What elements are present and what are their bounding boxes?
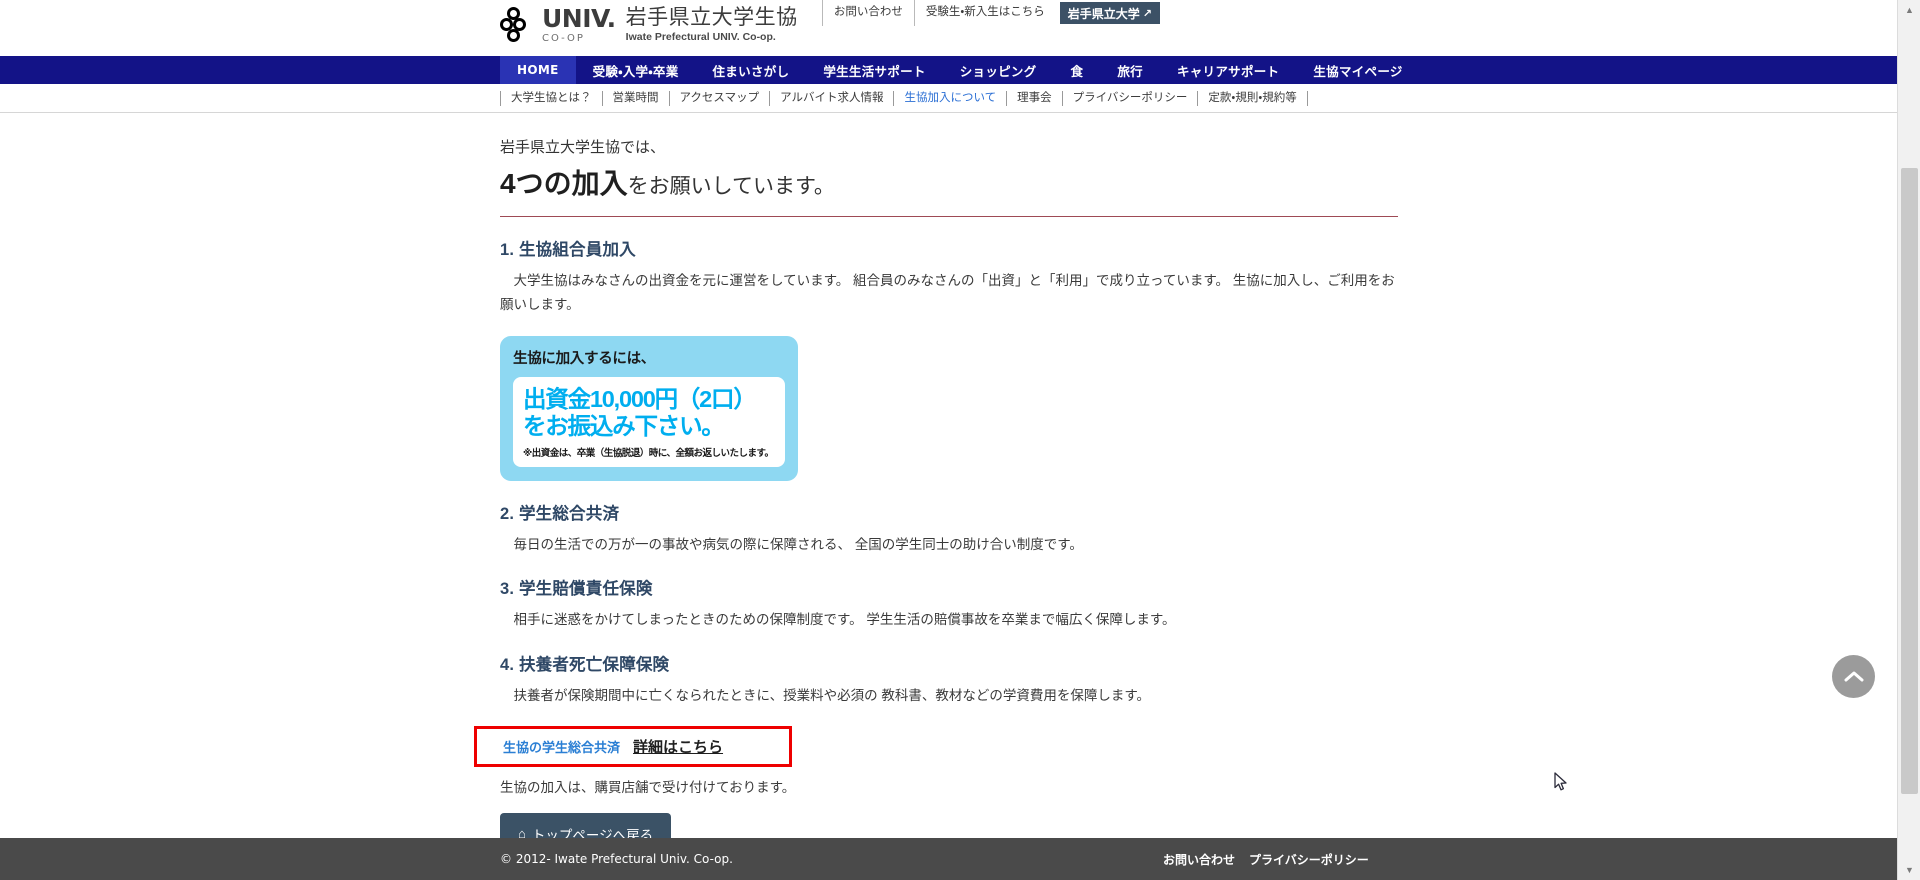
main-content: 岩手県立大学生協では、 4つの加入をお願いしています。 1. 生協組合員加入 大… — [0, 137, 1920, 855]
logo-name-block: 岩手県立大学生協 Iwate Prefectural UNIV. Co-op. — [626, 6, 798, 44]
logo-wordmark: UNIV. CO-OP — [542, 6, 616, 44]
callout-inner-panel: 出資金10,000円（2口） をお振込み下さい。 ※出資金は、卒業（生協脱退）時… — [513, 377, 785, 467]
highlighted-link-box: 生協の学生総合共済 詳細はこちら — [474, 725, 792, 767]
footer-links: お問い合わせ プライバシーポリシー — [1163, 851, 1369, 868]
site-logo[interactable]: UNIV. CO-OP 岩手県立大学生協 Iwate Prefectural U… — [500, 6, 798, 44]
coop-logo-icon — [500, 7, 534, 43]
nav-item-admissions[interactable]: 受験・入学・卒業 — [576, 56, 696, 84]
details-link[interactable]: 詳細はこちら — [633, 736, 723, 757]
subnav-item-accessmap[interactable]: アクセスマップ — [670, 90, 771, 106]
footer-copyright: © 2012- Iwate Prefectural Univ. Co-op. — [500, 852, 733, 866]
callout-amount-line1: 出資金10,000円（2口） — [523, 386, 757, 413]
sub-navigation: 大学生協とは？ 営業時間 アクセスマップ アルバイト求人情報 生協加入について … — [500, 90, 1308, 106]
logo-coop-text: CO-OP — [542, 33, 585, 44]
utility-nav: お問い合わせ 受験生・新入生はこちら 岩手県立大学 ↗ — [821, 0, 1160, 26]
section-title-3: 3. 学生賠償責任保険 — [500, 580, 653, 599]
page-title: 4つの加入をお願いしています。 — [500, 166, 1398, 217]
page-lead-text: 岩手県立大学生協では、 — [500, 139, 666, 156]
university-site-button[interactable]: 岩手県立大学 ↗ — [1059, 2, 1160, 24]
logo-univ-text: UNIV. — [542, 4, 616, 33]
page-title-emphasis: 4つの加入 — [500, 167, 628, 199]
section-body-1: 大学生協はみなさんの出資金を元に運営をしています。 組合員のみなさんの「出資」と… — [500, 272, 1395, 312]
callout-note-text: ※出資金は、卒業（生協脱退）時に、全額お返しいたします。 — [523, 447, 774, 459]
content-inner: 岩手県立大学生協では、 4つの加入をお願いしています。 1. 生協組合員加入 大… — [474, 137, 1398, 855]
nav-item-housing[interactable]: 住まいさがし — [696, 56, 807, 84]
section-title-1: 1. 生協組合員加入 — [500, 240, 636, 259]
callout-amount-line2: をお振込み下さい。 — [523, 413, 725, 440]
subnav-item-board[interactable]: 理事会 — [1007, 90, 1063, 106]
scrollbar-up-arrow[interactable]: ▲ — [1898, 0, 1920, 20]
site-header: UNIV. CO-OP 岩手県立大学生協 Iwate Prefectural U… — [0, 0, 1920, 56]
main-navigation: HOME 受験・入学・卒業 住まいさがし 学生生活サポート ショッピング 食 旅… — [0, 56, 1920, 84]
nav-item-career-support[interactable]: キャリアサポート — [1160, 56, 1296, 84]
deposit-callout-box: 生協に加入するには、 出資金10,000円（2口） をお振込み下さい。 ※出資金… — [500, 336, 798, 481]
subnav-item-privacy-policy[interactable]: プライバシーポリシー — [1063, 90, 1199, 106]
store-note-text: 生協の加入は、購買店舗で受け付けております。 — [500, 779, 796, 795]
page-root: UNIV. CO-OP 岩手県立大学生協 Iwate Prefectural U… — [0, 0, 1920, 880]
university-site-label: 岩手県立大学 — [1067, 6, 1140, 21]
logo-name-jp: 岩手県立大学生協 — [625, 6, 798, 30]
page-title-rest: をお願いしています。 — [627, 174, 835, 198]
logo-name-en: Iwate Prefectural UNIV. Co-op. — [625, 31, 776, 44]
nav-item-student-support[interactable]: 学生生活サポート — [806, 56, 942, 84]
scrollbar-down-arrow[interactable]: ▼ — [1898, 860, 1920, 880]
site-footer: © 2012- Iwate Prefectural Univ. Co-op. お… — [0, 838, 1897, 880]
kyosai-link[interactable]: 生協の学生総合共済 — [503, 737, 620, 756]
section-body-2: 毎日の生活での万が一の事故や病気の際に保障される、 全国の学生同士の助け合い制度… — [513, 536, 1083, 552]
footer-link-privacy[interactable]: プライバシーポリシー — [1249, 851, 1369, 868]
scrollbar-thumb[interactable] — [1901, 168, 1918, 794]
scroll-to-top-button[interactable] — [1832, 655, 1875, 698]
nav-item-travel[interactable]: 旅行 — [1100, 56, 1160, 84]
section-title-4: 4. 扶養者死亡保障保険 — [500, 655, 670, 674]
subnav-item-parttime-jobs[interactable]: アルバイト求人情報 — [770, 90, 895, 106]
subnav-item-membership[interactable]: 生協加入について — [894, 90, 1008, 106]
section-title-2: 2. 学生総合共済 — [500, 504, 620, 523]
sub-navigation-bar: 大学生協とは？ 営業時間 アクセスマップ アルバイト求人情報 生協加入について … — [0, 84, 1920, 113]
chevron-up-icon — [1844, 671, 1863, 682]
nav-item-food[interactable]: 食 — [1054, 56, 1101, 84]
nav-item-shopping[interactable]: ショッピング — [943, 56, 1054, 84]
subnav-item-hours[interactable]: 営業時間 — [603, 90, 670, 106]
section-body-4: 扶養者が保険期間中に亡くなられたときに、授業料や必須の 教科書、教材などの学資費… — [513, 687, 1151, 703]
util-nav-contact[interactable]: お問い合わせ — [821, 0, 914, 26]
external-link-icon: ↗ — [1142, 7, 1152, 20]
nav-item-mypage[interactable]: 生協マイページ — [1296, 56, 1419, 84]
subnav-item-articles[interactable]: 定款・規則・規約等 — [1198, 90, 1308, 106]
callout-lead-text: 生協に加入するには、 — [513, 351, 655, 368]
subnav-item-about[interactable]: 大学生協とは？ — [500, 90, 603, 106]
footer-link-contact[interactable]: お問い合わせ — [1163, 851, 1235, 868]
nav-item-home[interactable]: HOME — [500, 56, 576, 84]
page-scrollbar[interactable]: ▲ ▼ — [1897, 0, 1920, 880]
util-nav-new-students[interactable]: 受験生・新入生はこちら — [913, 0, 1056, 26]
section-body-3: 相手に迷惑をかけてしまったときのための保障制度です。 学生生活の賠償事故を卒業ま… — [513, 612, 1176, 628]
